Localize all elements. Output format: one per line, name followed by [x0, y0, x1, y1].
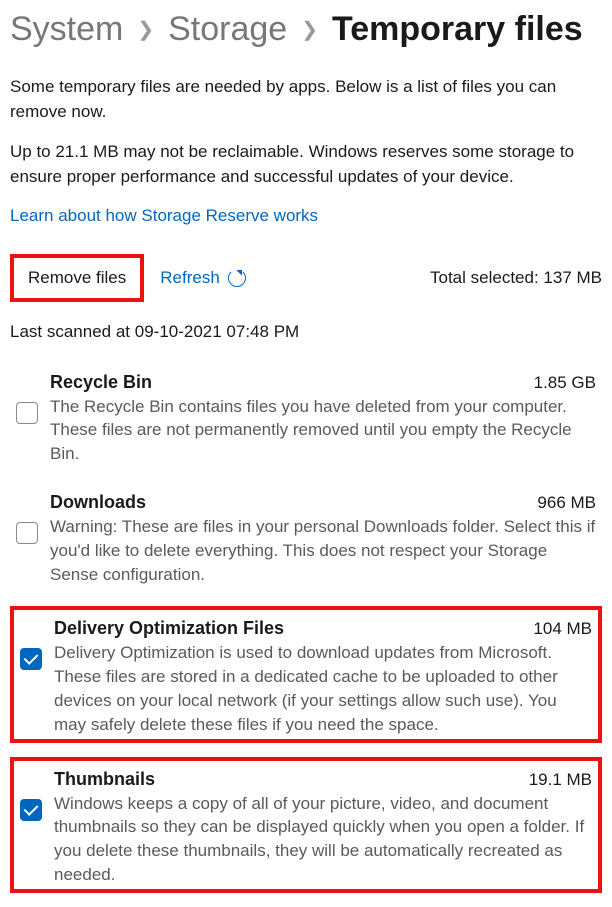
file-title: Delivery Optimization Files	[54, 618, 284, 639]
file-item[interactable]: Thumbnails 19.1 MBWindows keeps a copy of…	[10, 757, 602, 893]
file-title: Downloads	[50, 492, 146, 513]
refresh-label: Refresh	[160, 268, 220, 288]
file-header: Recycle Bin 1.85 GB	[50, 372, 596, 393]
intro-text-1: Some temporary files are needed by apps.…	[10, 75, 602, 124]
chevron-right-icon: ❯	[301, 17, 318, 42]
last-scanned: Last scanned at 09-10-2021 07:48 PM	[10, 322, 602, 342]
file-header: Thumbnails 19.1 MB	[54, 769, 592, 790]
file-title: Thumbnails	[54, 769, 155, 790]
file-size: 1.85 GB	[534, 373, 596, 393]
file-size: 19.1 MB	[529, 770, 592, 790]
page-title: Temporary files	[332, 10, 583, 49]
breadcrumb: System ❯ Storage ❯ Temporary files	[10, 10, 602, 49]
chevron-right-icon: ❯	[137, 17, 154, 42]
file-size: 104 MB	[533, 619, 592, 639]
checkbox[interactable]	[20, 799, 42, 821]
file-body: Thumbnails 19.1 MBWindows keeps a copy of…	[54, 769, 592, 887]
remove-files-button[interactable]: Remove files	[10, 254, 144, 302]
breadcrumb-system[interactable]: System	[10, 10, 123, 49]
file-body: Downloads 966 MBWarning: These are files …	[50, 492, 596, 586]
intro-text-2: Up to 21.1 MB may not be reclaimable. Wi…	[10, 140, 602, 189]
file-size: 966 MB	[537, 493, 596, 513]
file-item[interactable]: Delivery Optimization Files 104 MBDeliver…	[10, 606, 602, 742]
file-body: Recycle Bin 1.85 GBThe Recycle Bin contai…	[50, 372, 596, 466]
action-row: Remove files Refresh Total selected: 137…	[10, 254, 602, 302]
refresh-icon	[228, 269, 246, 287]
storage-reserve-link[interactable]: Learn about how Storage Reserve works	[10, 206, 318, 226]
checkbox[interactable]	[20, 648, 42, 670]
file-description: Warning: These are files in your persona…	[50, 515, 596, 586]
file-item[interactable]: Downloads 966 MBWarning: These are files …	[10, 486, 602, 592]
file-body: Delivery Optimization Files 104 MBDeliver…	[54, 618, 592, 736]
file-description: Windows keeps a copy of all of your pict…	[54, 792, 592, 887]
breadcrumb-storage[interactable]: Storage	[168, 10, 287, 49]
file-description: Delivery Optimization is used to downloa…	[54, 641, 592, 736]
file-header: Downloads 966 MB	[50, 492, 596, 513]
checkbox[interactable]	[16, 522, 38, 544]
file-list: Recycle Bin 1.85 GBThe Recycle Bin contai…	[10, 366, 602, 893]
file-title: Recycle Bin	[50, 372, 152, 393]
file-header: Delivery Optimization Files 104 MB	[54, 618, 592, 639]
checkbox[interactable]	[16, 402, 38, 424]
file-description: The Recycle Bin contains files you have …	[50, 395, 596, 466]
refresh-button[interactable]: Refresh	[160, 268, 246, 288]
total-selected: Total selected: 137 MB	[430, 268, 602, 288]
file-item[interactable]: Recycle Bin 1.85 GBThe Recycle Bin contai…	[10, 366, 602, 472]
